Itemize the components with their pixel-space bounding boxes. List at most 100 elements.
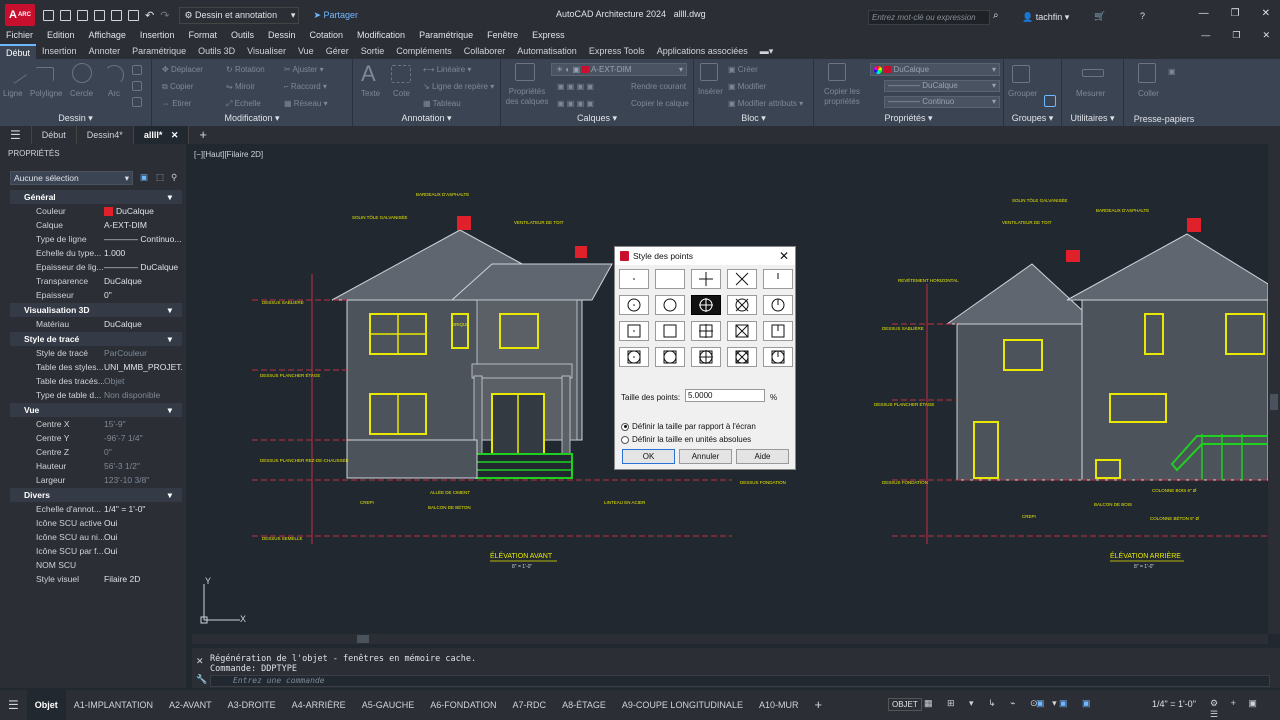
file-tab-debut[interactable]: Début [32,126,77,144]
layout-tab-objet[interactable]: Objet [26,690,66,720]
share-button[interactable]: ➤ Partager [313,10,358,21]
layout-tab-a5[interactable]: A5-GAUCHE [354,690,423,720]
clipboard-copy-icon[interactable]: ▣ [1168,67,1176,76]
selection-dropdown[interactable]: Aucune sélection ▾ [10,171,133,185]
application-menu-button[interactable]: A ARC [5,4,35,26]
tool-miroir[interactable]: ⇋ Miroir [226,82,255,91]
section-style-de-trace[interactable]: Style de tracé [10,332,182,346]
group-icon[interactable] [1012,65,1030,83]
menu-format[interactable]: Format [188,30,217,44]
redo-icon[interactable]: ↷ [160,9,169,22]
close-tab-icon[interactable]: ✕ [171,130,179,140]
point-style-square-plus[interactable] [691,321,721,341]
status-settings-icons[interactable]: ⚙ + ▣ ☰ [1210,698,1280,720]
hamburger-menu-icon[interactable]: ☰ [0,126,32,144]
prop-row[interactable]: Echelle d'annot... 1/4" = 1'-0" [10,502,182,516]
tab-applications-associees[interactable]: Applications associées [651,44,754,59]
prop-row[interactable]: Epaisseur de lig... ———— DuCalque [10,260,182,274]
layer-dropdown[interactable]: ☀ ◐ ▣ A-EXT-DIM ▾ [551,63,687,76]
osnap-icons[interactable]: ▣ ▣ ▣ [1036,698,1097,709]
point-style-plain-plus[interactable] [691,269,721,289]
point-style-square-none[interactable] [655,321,685,341]
add-layout-button[interactable]: + [806,690,830,720]
radio-button[interactable] [621,422,629,431]
layout-tab-a9[interactable]: A9-COUPE LONGITUDINALE [614,690,751,720]
minimize-icon[interactable]: — [1199,8,1209,19]
menu-fichier[interactable]: Fichier [6,30,33,44]
text-icon[interactable]: A [361,61,376,87]
menu-modification[interactable]: Modification [357,30,405,44]
dimension-icon[interactable] [391,65,411,83]
circle-icon[interactable] [72,63,92,83]
user-account[interactable]: 👤 tachfin ▾ [1022,12,1069,23]
file-tab-dessin4[interactable]: Dessin4* [77,126,134,144]
tool-grouper[interactable]: Grouper [1008,89,1037,98]
tool-mesurer[interactable]: Mesurer [1076,89,1105,98]
menu-insertion[interactable]: Insertion [140,30,175,44]
help-icon[interactable]: ? [1140,11,1145,21]
layout-tab-a7[interactable]: A7-RDC [505,690,555,720]
point-style-circle-plus[interactable] [691,295,721,315]
tab-outils-3d[interactable]: Outils 3D [192,44,241,59]
tool-echelle[interactable]: ⤢ Echelle [226,99,261,109]
doc-close-icon[interactable]: ✕ [1262,30,1270,41]
new-tab-button[interactable]: + [189,126,217,144]
tool-reseau[interactable]: ▦ Réseau ▾ [284,99,328,108]
menu-dessin[interactable]: Dessin [268,30,296,44]
line-icon[interactable] [4,61,28,85]
tool-copier-le-calque[interactable]: Copier le calque [631,99,689,108]
match-properties-icon[interactable] [828,63,846,81]
tab-visualiser[interactable]: Visualiser [241,44,292,59]
rectangle-icon[interactable] [132,65,142,75]
menu-cotation[interactable]: Cotation [310,30,344,44]
doc-restore-icon[interactable]: ❐ [1232,30,1240,41]
layout-tab-a2[interactable]: A2-AVANT [161,690,220,720]
point-style-plain-none[interactable] [655,269,685,289]
point-style-plain-cross[interactable] [727,269,757,289]
save-as-icon[interactable] [94,9,105,21]
arc-icon[interactable] [104,65,124,85]
panel-groupes-label[interactable]: Groupes ▾ [1004,113,1061,124]
prop-row[interactable]: Style visuel Filaire 2D [10,572,182,586]
prop-row[interactable]: Type de table d... Non disponible [10,388,182,402]
radio-button[interactable] [621,435,629,444]
panel-utilitaires-label[interactable]: Utilitaires ▾ [1062,113,1123,124]
tool-proprietes-des-calques[interactable]: Propriétés des calques [503,87,551,107]
prop-row[interactable]: Transparence DuCalque [10,274,182,288]
tool-deplacer[interactable]: ✥ Déplacer [162,65,203,74]
linetype-dropdown[interactable]: ———— Continuo ▾ [884,96,1000,108]
vertical-scrollbar[interactable] [1268,144,1280,634]
tool-raccord[interactable]: ⌐ Raccord ▾ [284,82,327,91]
layout-tab-a3[interactable]: A3-DROITE [220,690,284,720]
point-style-circle-none[interactable] [655,295,685,315]
prop-row[interactable]: Epaisseur 0" [10,288,182,302]
tool-texte[interactable]: Texte [361,89,380,98]
menu-express[interactable]: Express [532,30,565,44]
annotation-scale[interactable]: 1/4" = 1'-0" [1152,699,1196,709]
point-style-circle-cross[interactable] [727,295,757,315]
measure-icon[interactable] [1082,69,1104,77]
layout-tab-a1[interactable]: A1-IMPLANTATION [66,690,161,720]
lineweight-dropdown[interactable]: ———— DuCalque ▾ [884,80,1000,92]
undo-icon[interactable]: ↶ [145,9,154,22]
prop-row[interactable]: Calque A-EXT-DIM [10,218,182,232]
prop-row[interactable]: NOM SCU [10,558,182,572]
tab-annoter[interactable]: Annoter [83,44,127,59]
prop-row[interactable]: Style de tracé ParCouleur [10,346,182,360]
gradient-icon[interactable] [132,97,142,107]
cart-icon[interactable]: 🛒 [1094,11,1105,22]
close-icon[interactable]: ✕ [1262,8,1270,19]
tool-cercle[interactable]: Cercle [70,89,93,98]
tool-polyligne[interactable]: Polyligne [30,89,62,98]
polyline-icon[interactable] [36,67,54,81]
paste-icon[interactable] [1138,63,1156,83]
point-style-plain-tick[interactable] [763,269,793,289]
tab-collaborer[interactable]: Collaborer [458,44,512,59]
close-command-icon[interactable]: ✕ [196,656,204,667]
restore-icon[interactable]: ❐ [1231,8,1240,19]
prop-row[interactable]: Table des tracés... Objet [10,374,182,388]
prop-row[interactable]: Centre X 15'-9" [10,417,182,431]
prop-row[interactable]: Icône SCU par f... Oui [10,544,182,558]
tool-modifier[interactable]: ▣ Modifier [728,82,766,91]
layout-tab-a4[interactable]: A4-ARRIÈRE [284,690,354,720]
